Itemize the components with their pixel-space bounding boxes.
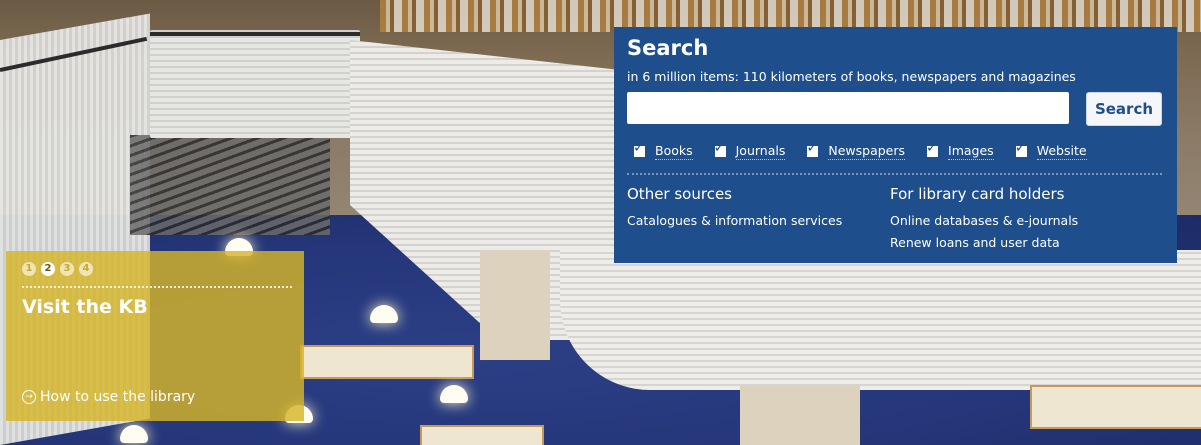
promo-divider xyxy=(22,286,292,288)
reading-desk xyxy=(420,425,544,445)
filter-newspapers[interactable]: Newspapers xyxy=(806,140,906,160)
staircase xyxy=(130,135,330,235)
filter-label: Newspapers xyxy=(828,143,906,160)
how-to-use-link[interactable]: → How to use the library xyxy=(22,389,195,405)
search-panel: Search in 6 million items: 110 kilometer… xyxy=(614,27,1177,263)
renew-loans-link[interactable]: Renew loans and user data xyxy=(890,235,1060,250)
checkbox-icon[interactable] xyxy=(926,140,939,157)
reading-desk xyxy=(1030,385,1201,429)
balcony-lower xyxy=(560,250,1201,390)
filter-label: Website xyxy=(1036,143,1087,160)
search-subtitle: in 6 million items: 110 kilometers of bo… xyxy=(627,69,1076,84)
search-title: Search xyxy=(627,36,709,60)
arrow-right-circle-icon: → xyxy=(22,390,36,404)
other-sources-heading: Other sources xyxy=(627,185,732,203)
slide-dot-1[interactable]: 1 xyxy=(22,262,36,276)
search-input[interactable] xyxy=(627,92,1069,124)
filter-label: Journals xyxy=(735,143,786,160)
checkbox-icon[interactable] xyxy=(633,140,645,157)
filter-label: Images xyxy=(948,143,994,160)
checkbox-icon[interactable] xyxy=(1015,140,1027,157)
balcony-upper xyxy=(150,30,360,138)
checkbox-icon[interactable] xyxy=(806,140,819,157)
slide-dot-2[interactable]: 2 xyxy=(41,262,55,276)
card-holders-heading: For library card holders xyxy=(890,185,1065,203)
search-filters: Books Journals Newspapers Images Website xyxy=(633,140,1109,160)
slide-dot-4[interactable]: 4 xyxy=(79,262,93,276)
filter-label: Books xyxy=(655,143,693,160)
pillar xyxy=(740,385,860,445)
slide-pager: 1 2 3 4 xyxy=(22,262,98,276)
slide-dot-3[interactable]: 3 xyxy=(60,262,74,276)
reading-desk xyxy=(300,345,474,379)
railing xyxy=(150,32,360,36)
promo-box: 1 2 3 4 Visit the KB → How to use the li… xyxy=(6,251,304,421)
search-button[interactable]: Search xyxy=(1086,92,1162,126)
promo-link-label: How to use the library xyxy=(40,389,196,405)
filter-website[interactable]: Website xyxy=(1015,140,1087,160)
checkbox-icon[interactable] xyxy=(714,140,726,157)
filter-journals[interactable]: Journals xyxy=(714,140,786,160)
catalogues-link[interactable]: Catalogues & information services xyxy=(627,213,842,228)
filter-books[interactable]: Books xyxy=(633,140,693,160)
dotted-divider xyxy=(627,173,1162,175)
pillar xyxy=(480,250,550,360)
promo-title: Visit the KB xyxy=(22,296,148,318)
online-databases-link[interactable]: Online databases & e-journals xyxy=(890,213,1078,228)
filter-images[interactable]: Images xyxy=(926,140,994,160)
